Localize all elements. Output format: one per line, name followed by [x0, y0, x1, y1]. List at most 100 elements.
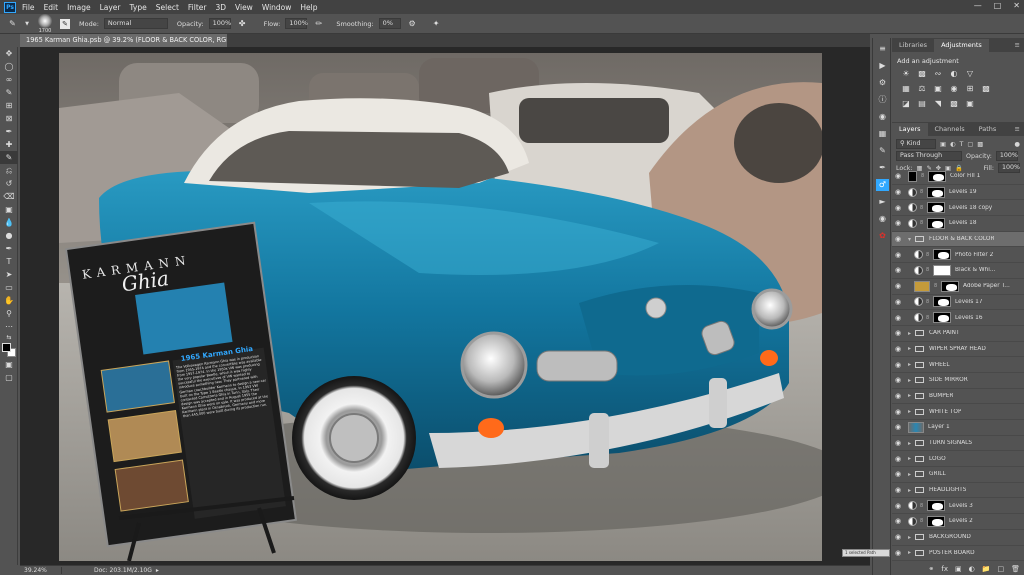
visibility-eye-icon[interactable]: ◉	[892, 408, 904, 416]
selective-color-icon[interactable]: ▣	[964, 98, 976, 110]
airbrush-icon[interactable]: ✏	[312, 17, 325, 30]
layer-row[interactable]: ◉ 8 Levels 19	[892, 185, 1024, 201]
link-layers-icon[interactable]: ⚭	[929, 565, 935, 573]
brush-tool-icon-active[interactable]: ✎	[0, 151, 18, 164]
layer-mask-thumbnail[interactable]	[933, 296, 951, 308]
filter-shape-icon[interactable]: ▢	[967, 141, 973, 148]
eyedropper-tool-icon[interactable]: ✒	[0, 125, 18, 138]
visibility-eye-icon[interactable]: ◉	[892, 392, 904, 400]
chevron-right-icon[interactable]: ▸	[908, 345, 915, 352]
layer-row[interactable]: ◉ 8 Color Fill 1	[892, 169, 1024, 185]
visibility-eye-icon[interactable]: ◉	[892, 423, 904, 431]
menu-select[interactable]: Select	[156, 3, 179, 12]
chevron-down-icon[interactable]: ▾	[908, 236, 915, 243]
layer-mask-thumbnail[interactable]	[933, 249, 951, 261]
link-chain-icon[interactable]: 8	[926, 299, 931, 305]
pressure-size-icon[interactable]: ✦	[430, 17, 443, 30]
chevron-right-icon[interactable]: ▸	[908, 392, 915, 399]
canvas-area[interactable]: KARMANN Ghia 1965 Karman Ghia The Volksw…	[20, 47, 870, 565]
link-chain-icon[interactable]: 8	[926, 315, 931, 321]
dodge-tool-icon[interactable]: ●	[0, 229, 18, 242]
color-balance-icon[interactable]: ⚖	[916, 83, 928, 95]
tab-adjustments[interactable]: Adjustments	[934, 39, 989, 52]
layer-row[interactable]: ◉ 8 Levels 16	[892, 310, 1024, 326]
quick-selection-tool-icon[interactable]: ✎	[0, 86, 18, 99]
layer-row[interactable]: ◉ 8 Levels 3	[892, 498, 1024, 515]
menu-view[interactable]: View	[235, 3, 253, 12]
visibility-eye-icon[interactable]: ◉	[892, 345, 904, 353]
curves-icon[interactable]: ∾	[932, 68, 944, 80]
visibility-eye-icon[interactable]: ◉	[892, 251, 904, 259]
smoothing-options-gear-icon[interactable]: ⚙	[406, 17, 419, 30]
more-tools-icon[interactable]: ⋯	[0, 320, 18, 333]
menu-image[interactable]: Image	[67, 3, 91, 12]
chevron-right-icon[interactable]: ▸	[908, 487, 915, 494]
threshold-icon[interactable]: ◥	[932, 98, 944, 110]
layer-mask-thumbnail[interactable]	[941, 280, 959, 292]
floating-mini-window[interactable]: 1 selected Path	[842, 549, 890, 557]
lasso-tool-icon[interactable]: ∞	[0, 73, 18, 86]
visibility-eye-icon[interactable]: ◉	[892, 455, 904, 463]
properties-panel-icon[interactable]: ⚙	[876, 77, 889, 89]
healing-brush-tool-icon[interactable]: ✚	[0, 138, 18, 151]
menu-type[interactable]: Type	[130, 3, 147, 12]
chevron-right-icon[interactable]: ▸	[908, 408, 915, 415]
layer-row[interactable]: ◉ ▸ TURN SIGNALS	[892, 436, 1024, 452]
mode-select[interactable]: Normal	[103, 18, 168, 29]
photo-filter-icon[interactable]: ◉	[948, 83, 960, 95]
layer-row[interactable]: ◉ ▸ WHITE TOP	[892, 404, 1024, 420]
link-chain-icon[interactable]: 8	[921, 173, 926, 179]
brush-preset-picker[interactable]: 1700	[35, 13, 55, 34]
close-icon[interactable]: ✕	[1013, 1, 1020, 10]
menu-filter[interactable]: Filter	[188, 3, 207, 12]
plugin-panel-icon[interactable]: ✿	[876, 230, 889, 242]
kind-filter-select[interactable]: ⚲ Kind	[896, 139, 936, 149]
visibility-eye-icon[interactable]: ◉	[892, 376, 904, 384]
chevron-right-icon[interactable]: ▸	[908, 455, 915, 462]
link-chain-icon[interactable]: 8	[920, 189, 925, 195]
visibility-eye-icon[interactable]: ◉	[892, 486, 904, 494]
link-chain-icon[interactable]: 8	[920, 518, 925, 524]
type-tool-icon[interactable]: T	[0, 255, 18, 268]
layer-opacity-field[interactable]: 100%	[995, 151, 1018, 161]
paths-panel-icon[interactable]: ✒	[876, 162, 889, 174]
layer-row[interactable]: ◉ ▸ GRILL	[892, 467, 1024, 483]
info-panel-icon[interactable]: ⓘ	[876, 94, 889, 106]
quick-mask-icon[interactable]: ▣	[0, 358, 18, 371]
layer-row[interactable]: ◉ ▸ WHEEL	[892, 357, 1024, 373]
maximize-icon[interactable]: □	[994, 1, 1002, 10]
brush-settings-panel-icon[interactable]: ✎	[60, 18, 70, 29]
blend-mode-select[interactable]: Pass Through	[896, 151, 962, 161]
layer-row[interactable]: ◉ 8 Levels 17	[892, 295, 1024, 311]
brightness-contrast-icon[interactable]: ☀	[900, 68, 912, 80]
link-chain-icon[interactable]: 8	[926, 252, 931, 258]
pen-tool-icon[interactable]: ✒	[0, 242, 18, 255]
levels-icon[interactable]: ▩	[916, 68, 928, 80]
delete-layer-icon[interactable]: 🗑	[1011, 565, 1020, 573]
layer-row[interactable]: ◉ 8 Black & Whi...	[892, 263, 1024, 279]
timeline-panel-icon[interactable]: ►	[876, 196, 889, 208]
visibility-eye-icon[interactable]: ◉	[892, 361, 904, 369]
channel-mixer-icon[interactable]: ⊞	[964, 83, 976, 95]
document-canvas[interactable]: KARMANN Ghia 1965 Karman Ghia The Volksw…	[59, 53, 822, 561]
layer-mask-thumbnail[interactable]	[933, 264, 951, 276]
gradient-map-icon[interactable]: ▩	[948, 98, 960, 110]
invert-icon[interactable]: ◪	[900, 98, 912, 110]
posterize-icon[interactable]: ▤	[916, 98, 928, 110]
chevron-right-icon[interactable]: ▸	[908, 534, 915, 541]
shapes-panel-icon[interactable]: ◉	[876, 213, 889, 225]
brushes-panel-icon[interactable]: ✎	[876, 145, 889, 157]
layer-row[interactable]: ◉ 8 Photo Filter 2	[892, 247, 1024, 264]
clone-stamp-tool-icon[interactable]: ⎌	[0, 164, 18, 177]
doc-size[interactable]: Doc: 203.1M/2.10G	[62, 567, 152, 574]
chevron-right-icon[interactable]: ▸	[908, 471, 915, 478]
layer-row[interactable]: ◉ ▸ LOGO	[892, 451, 1024, 468]
visibility-eye-icon[interactable]: ◉	[892, 219, 904, 227]
menu-layer[interactable]: Layer	[100, 3, 121, 12]
layer-mask-thumbnail[interactable]	[927, 186, 945, 198]
visibility-eye-icon[interactable]: ◉	[892, 502, 904, 510]
layer-row[interactable]: ◉ ▸ BUMPER	[892, 389, 1024, 405]
swatches-panel-icon[interactable]: ▦	[876, 128, 889, 140]
black-white-icon[interactable]: ▣	[932, 83, 944, 95]
history-brush-tool-icon[interactable]: ↺	[0, 177, 18, 190]
